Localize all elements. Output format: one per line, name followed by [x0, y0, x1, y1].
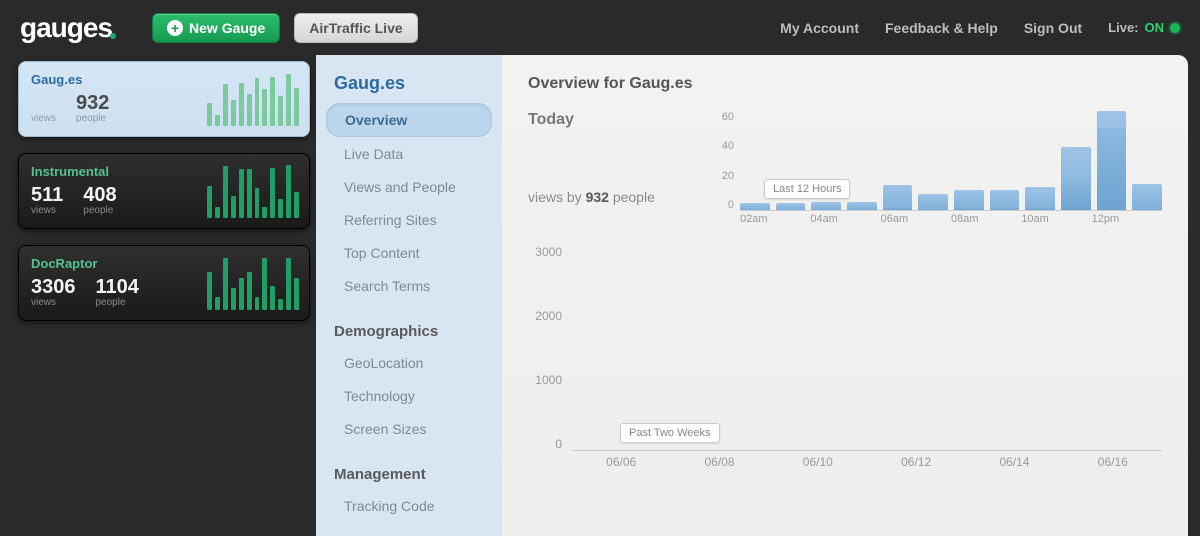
sparkline	[207, 72, 299, 126]
sign-out-link[interactable]: Sign Out	[1024, 20, 1082, 36]
nav-item[interactable]: Live Data	[326, 138, 492, 170]
people-count: 932	[586, 189, 609, 205]
page-title: Overview for Gaug.es	[528, 75, 1162, 93]
hour-bar	[1097, 111, 1127, 210]
hour-bar	[847, 202, 877, 210]
airtraffic-button[interactable]: AirTraffic Live	[294, 13, 417, 43]
live-value: ON	[1145, 20, 1165, 35]
new-gauge-button[interactable]: + New Gauge	[152, 13, 280, 43]
live-status[interactable]: Live: ON	[1108, 20, 1180, 35]
gauge-card[interactable]: DocRaptor3306views1104people	[18, 245, 310, 321]
site-name: Gaug.es	[316, 73, 502, 102]
logo[interactable]: gauges	[20, 12, 112, 44]
side-nav: Gaug.es OverviewLive DataViews and Peopl…	[316, 55, 502, 536]
people-number: 932	[76, 93, 109, 113]
gauge-list: Gaug.esviews932peopleInstrumental511view…	[12, 55, 316, 536]
content-panel: Overview for Gaug.es Today views by 932 …	[502, 55, 1188, 536]
hour-bar	[990, 190, 1020, 210]
views-by-suffix: people	[609, 189, 655, 205]
hour-bar	[811, 202, 841, 210]
nav-section-heading: Demographics	[316, 303, 502, 346]
hour-bar	[1132, 184, 1162, 210]
nav-item[interactable]: Search Terms	[326, 270, 492, 302]
views-label: views	[31, 297, 76, 308]
views-number: 511	[31, 185, 63, 205]
hour-chart: 6040200 02am04am06am08am10am12pm Last 12…	[708, 111, 1162, 231]
today-heading: Today	[528, 111, 688, 129]
hour-chart-tag: Last 12 Hours	[764, 179, 850, 199]
hour-bar	[918, 194, 948, 210]
hour-bar	[776, 203, 806, 210]
new-gauge-label: New Gauge	[189, 20, 265, 36]
live-label: Live:	[1108, 20, 1138, 35]
live-dot-icon	[1170, 23, 1180, 33]
sparkline	[207, 164, 299, 218]
people-label: people	[96, 297, 139, 308]
gauge-card[interactable]: Instrumental511views408people	[18, 153, 310, 229]
hour-bar	[740, 203, 770, 210]
views-by-prefix: views by	[528, 189, 586, 205]
hour-bar	[883, 185, 913, 210]
nav-item[interactable]: Referring Sites	[326, 204, 492, 236]
biweek-chart: 3000200010000 06/0606/0806/1006/1206/140…	[528, 245, 1162, 475]
hour-bar	[954, 190, 984, 210]
my-account-link[interactable]: My Account	[780, 20, 859, 36]
nav-item[interactable]: Tracking Code	[326, 490, 492, 522]
sparkline	[207, 256, 299, 310]
people-number: 408	[83, 185, 116, 205]
views-by-people: views by 932 people	[528, 189, 688, 205]
people-label: people	[83, 205, 116, 216]
people-label: people	[76, 113, 109, 124]
nav-item[interactable]: Technology	[326, 380, 492, 412]
gauge-card[interactable]: Gaug.esviews932people	[18, 61, 310, 137]
plus-icon: +	[167, 20, 183, 36]
views-number: 3306	[31, 277, 76, 297]
nav-section-heading: Management	[316, 446, 502, 489]
biweek-chart-tag: Past Two Weeks	[620, 423, 720, 443]
hour-bar	[1061, 147, 1091, 210]
nav-item[interactable]: Views and People	[326, 171, 492, 203]
nav-item[interactable]: GeoLocation	[326, 347, 492, 379]
views-label: views	[31, 113, 56, 124]
nav-item[interactable]: Overview	[326, 103, 492, 137]
people-number: 1104	[96, 277, 139, 297]
views-label: views	[31, 205, 63, 216]
feedback-link[interactable]: Feedback & Help	[885, 20, 998, 36]
hour-bar	[1025, 187, 1055, 210]
nav-item[interactable]: Top Content	[326, 237, 492, 269]
nav-item[interactable]: Screen Sizes	[326, 413, 492, 445]
